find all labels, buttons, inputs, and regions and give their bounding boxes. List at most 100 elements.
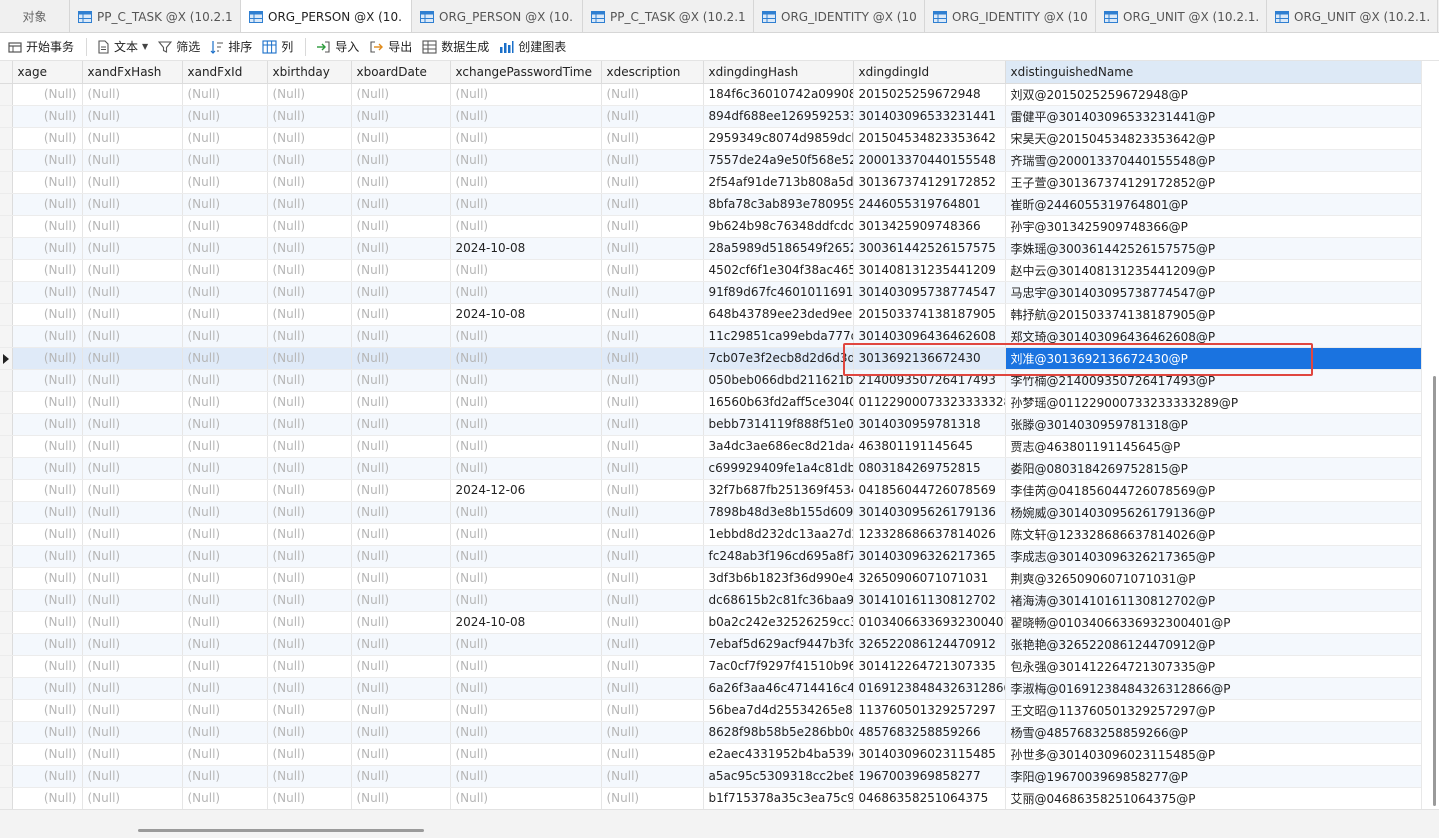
column-header-xdingdingHash[interactable]: xdingdingHash [703, 61, 854, 84]
cell-xandFxId[interactable]: (Null) [182, 369, 268, 392]
cell-xbirthday[interactable]: (Null) [267, 743, 352, 766]
table-row[interactable]: (Null) (Null) (Null) (Null) (Null) (Null) (Nul… [0, 325, 1421, 348]
cell-xage[interactable]: (Null) [12, 457, 83, 480]
cell-xandFxHash[interactable]: (Null) [82, 677, 183, 700]
cell-xdingdingHash[interactable]: e2aec4331952b4ba539e [703, 743, 854, 766]
cell-xandFxId[interactable]: (Null) [182, 303, 268, 326]
row-indicator[interactable] [0, 391, 13, 414]
cell-xdistinguishedName[interactable]: 孙世多@301403096023115485@P [1005, 743, 1421, 766]
cell-xboardDate[interactable]: (Null) [351, 237, 451, 260]
cell-xandFxHash[interactable]: (Null) [82, 347, 183, 370]
column-header-xandFxHash[interactable]: xandFxHash [82, 61, 183, 84]
generate-data-button[interactable]: 数据生成 [418, 36, 493, 58]
cell-xbirthday[interactable]: (Null) [267, 303, 352, 326]
cell-xbirthday[interactable]: (Null) [267, 281, 352, 304]
cell-xboardDate[interactable]: (Null) [351, 193, 451, 216]
cell-xdingdingId[interactable]: 0803184269752815 [853, 457, 1006, 480]
cell-xdescription[interactable]: (Null) [601, 193, 704, 216]
cell-xandFxHash[interactable]: (Null) [82, 369, 183, 392]
cell-xboardDate[interactable]: (Null) [351, 523, 451, 546]
cell-xandFxId[interactable]: (Null) [182, 545, 268, 568]
vertical-scrollbar-thumb[interactable] [1433, 376, 1436, 806]
cell-xdingdingId[interactable]: 3013692136672430 [853, 347, 1006, 370]
cell-xboardDate[interactable]: (Null) [351, 721, 451, 744]
cell-xboardDate[interactable]: (Null) [351, 127, 451, 150]
cell-xboardDate[interactable]: (Null) [351, 633, 451, 656]
cell-xbirthday[interactable]: (Null) [267, 149, 352, 172]
cell-xandFxHash[interactable]: (Null) [82, 743, 183, 766]
cell-xandFxHash[interactable]: (Null) [82, 215, 183, 238]
export-button[interactable]: 导出 [365, 36, 416, 58]
cell-xchangePasswordTime[interactable]: (Null) [450, 655, 602, 678]
cell-xandFxId[interactable]: (Null) [182, 413, 268, 436]
cell-xdistinguishedName[interactable]: 杨婉威@301403095626179136@P [1005, 501, 1421, 524]
cell-xboardDate[interactable]: (Null) [351, 149, 451, 172]
table-row[interactable]: (Null) (Null) (Null) (Null) (Null) (Null) (Nul… [0, 545, 1421, 568]
cell-xdescription[interactable]: (Null) [601, 391, 704, 414]
cell-xdistinguishedName[interactable]: 李阳@1967003969858277@P [1005, 765, 1421, 788]
table-row[interactable]: (Null) (Null) (Null) (Null) (Null) (Null) (Nul… [0, 523, 1421, 546]
tab-table[interactable]: PP_C_TASK @X (10.2.1... [583, 0, 754, 32]
cell-xdingdingHash[interactable]: 3a4dc3ae686ec8d21da4 [703, 435, 854, 458]
cell-xbirthday[interactable]: (Null) [267, 523, 352, 546]
cell-xdistinguishedName[interactable]: 宋昊天@201504534823353642@P [1005, 127, 1421, 150]
row-indicator[interactable] [0, 83, 13, 106]
cell-xdingdingHash[interactable]: 6a26f3aa46c4714416c43 [703, 677, 854, 700]
row-indicator[interactable] [0, 567, 13, 590]
cell-xdingdingHash[interactable]: 16560b63fd2aff5ce3040 [703, 391, 854, 414]
cell-xdescription[interactable]: (Null) [601, 787, 704, 809]
cell-xboardDate[interactable]: (Null) [351, 787, 451, 809]
cell-xage[interactable]: (Null) [12, 215, 83, 238]
cell-xandFxHash[interactable]: (Null) [82, 501, 183, 524]
cell-xdescription[interactable]: (Null) [601, 457, 704, 480]
cell-xandFxId[interactable]: (Null) [182, 127, 268, 150]
cell-xchangePasswordTime[interactable]: (Null) [450, 435, 602, 458]
cell-xboardDate[interactable]: (Null) [351, 655, 451, 678]
cell-xdistinguishedName[interactable]: 马忠宇@301403095738774547@P [1005, 281, 1421, 304]
cell-xage[interactable]: (Null) [12, 721, 83, 744]
cell-xandFxId[interactable]: (Null) [182, 743, 268, 766]
column-header-xandFxId[interactable]: xandFxId [182, 61, 268, 84]
cell-xdistinguishedName[interactable]: 刘准@3013692136672430@P [1005, 347, 1421, 370]
cell-xboardDate[interactable]: (Null) [351, 545, 451, 568]
cell-xdingdingId[interactable]: 1967003969858277 [853, 765, 1006, 788]
cell-xdistinguishedName[interactable]: 翟晓畅@01034066336932300401@P [1005, 611, 1421, 634]
cell-xchangePasswordTime[interactable]: (Null) [450, 699, 602, 722]
cell-xchangePasswordTime[interactable]: (Null) [450, 259, 602, 282]
cell-xdingdingHash[interactable]: 7557de24a9e50f568e52 [703, 149, 854, 172]
cell-xboardDate[interactable]: (Null) [351, 457, 451, 480]
column-header-xbirthday[interactable]: xbirthday [267, 61, 352, 84]
cell-xage[interactable]: (Null) [12, 347, 83, 370]
cell-xandFxId[interactable]: (Null) [182, 237, 268, 260]
cell-xbirthday[interactable]: (Null) [267, 655, 352, 678]
cell-xandFxId[interactable]: (Null) [182, 589, 268, 612]
cell-xbirthday[interactable]: (Null) [267, 105, 352, 128]
cell-xdingdingId[interactable]: 04686358251064375 [853, 787, 1006, 809]
cell-xboardDate[interactable]: (Null) [351, 171, 451, 194]
cell-xdistinguishedName[interactable]: 陈文轩@123328686637814026@P [1005, 523, 1421, 546]
cell-xdescription[interactable]: (Null) [601, 677, 704, 700]
cell-xdistinguishedName[interactable]: 孙宇@3013425909748366@P [1005, 215, 1421, 238]
table-row[interactable]: (Null) (Null) (Null) (Null) (Null) 2024-10-08… [0, 611, 1421, 634]
cell-xandFxHash[interactable]: (Null) [82, 149, 183, 172]
table-row[interactable]: (Null) (Null) (Null) (Null) (Null) (Null) (Nul… [0, 369, 1421, 392]
cell-xdingdingHash[interactable]: 8bfa78c3ab893e780959 [703, 193, 854, 216]
table-row[interactable]: (Null) (Null) (Null) (Null) (Null) (Null) (Nul… [0, 259, 1421, 282]
cell-xdingdingId[interactable]: 01691238484326312866 [853, 677, 1006, 700]
cell-xbirthday[interactable]: (Null) [267, 765, 352, 788]
row-indicator[interactable] [0, 721, 13, 744]
row-indicator[interactable] [0, 633, 13, 656]
cell-xage[interactable]: (Null) [12, 435, 83, 458]
cell-xdistinguishedName[interactable]: 李成志@301403096326217365@P [1005, 545, 1421, 568]
cell-xdingdingId[interactable]: 301412264721307335 [853, 655, 1006, 678]
cell-xage[interactable]: (Null) [12, 303, 83, 326]
cell-xdingdingId[interactable]: 326522086124470912 [853, 633, 1006, 656]
cell-xdescription[interactable]: (Null) [601, 633, 704, 656]
cell-xdistinguishedName[interactable]: 张滕@3014030959781318@P [1005, 413, 1421, 436]
column-header-xdescription[interactable]: xdescription [601, 61, 704, 84]
tab-table[interactable]: ORG_PERSON @X (10.... [241, 0, 412, 32]
cell-xdescription[interactable]: (Null) [601, 545, 704, 568]
cell-xdingdingId[interactable]: 301403095626179136 [853, 501, 1006, 524]
table-row[interactable]: (Null) (Null) (Null) (Null) (Null) (Null) (Nul… [0, 83, 1421, 106]
cell-xbirthday[interactable]: (Null) [267, 699, 352, 722]
